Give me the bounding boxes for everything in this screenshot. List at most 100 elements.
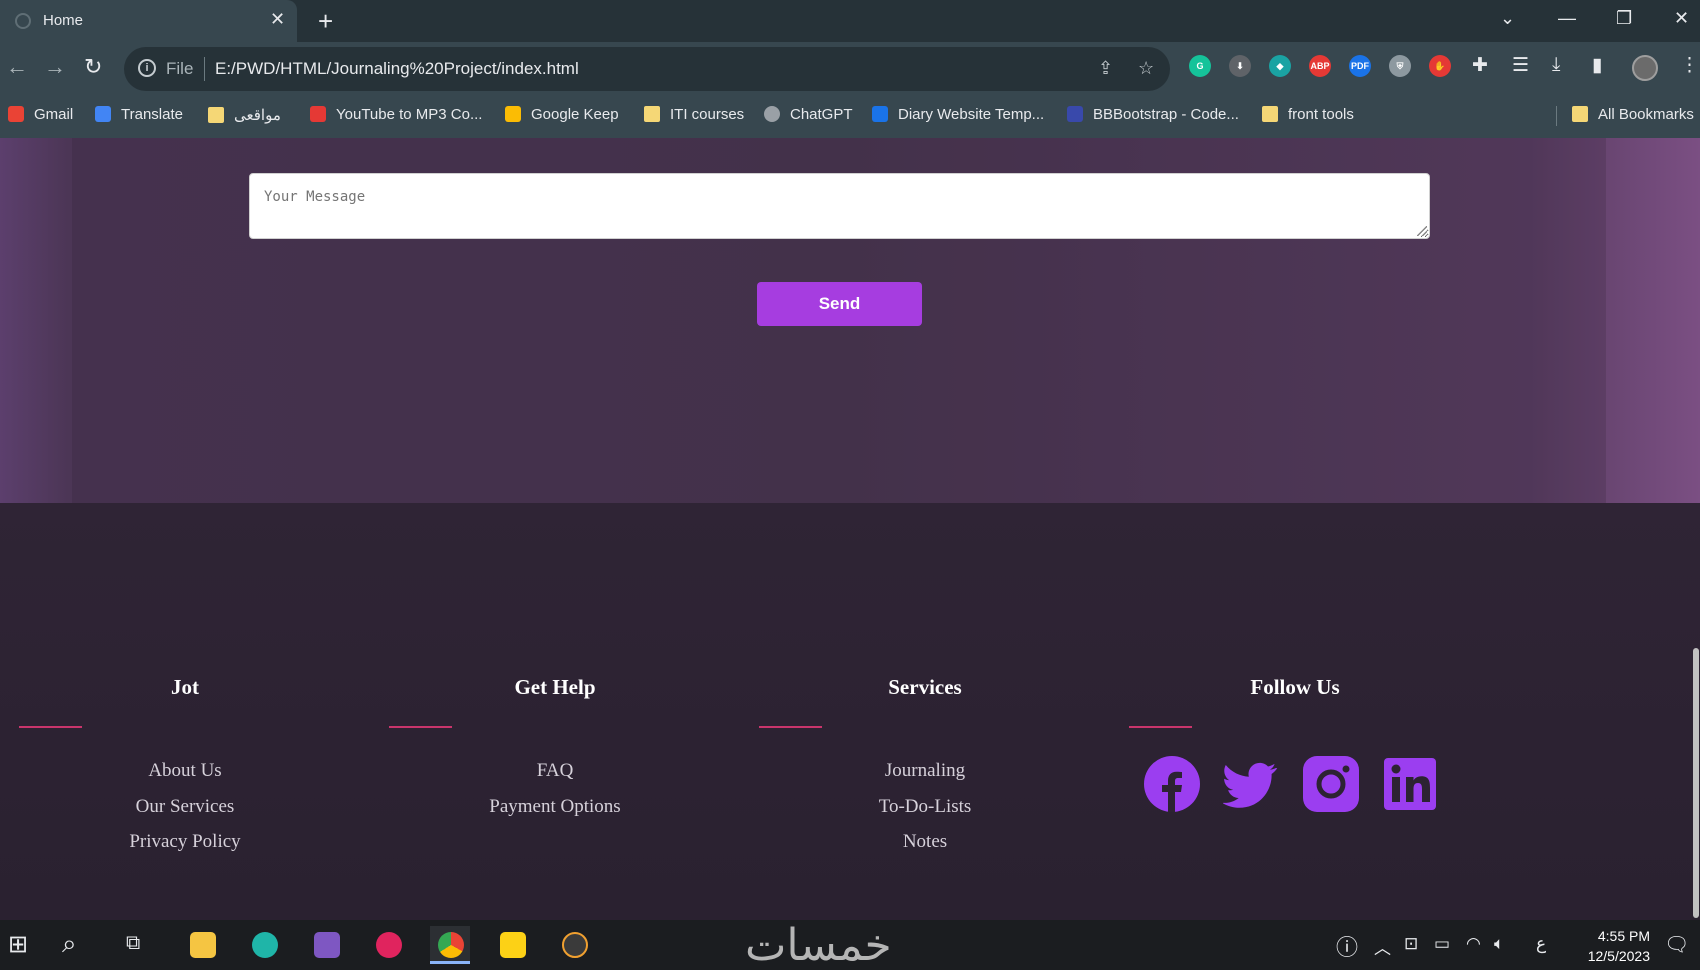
- sticky-notes-icon: [500, 932, 526, 958]
- twitter-icon[interactable]: [1223, 756, 1279, 812]
- task-view-icon[interactable]: ⧉: [126, 932, 140, 955]
- grammarly-extension-icon[interactable]: G: [1189, 55, 1211, 77]
- bookmark-folder-front-tools[interactable]: front tools: [1262, 106, 1354, 123]
- extensions-puzzle-icon[interactable]: ✚: [1472, 54, 1488, 77]
- bookmark-star-icon[interactable]: ☆: [1138, 58, 1154, 79]
- footer-link-notes[interactable]: Notes: [740, 831, 1110, 867]
- address-bar[interactable]: i File E:/PWD/HTML/Journaling%20Project/…: [124, 47, 1170, 91]
- file-label: File: [166, 59, 194, 78]
- keep-icon: [505, 106, 521, 122]
- reload-icon[interactable]: ↻: [84, 54, 102, 80]
- bookmark-folder-mawaqi[interactable]: مواقعى: [208, 106, 281, 124]
- notion-icon: [872, 106, 888, 122]
- footer-title: Jot: [171, 675, 199, 699]
- facebook-icon[interactable]: [1144, 756, 1200, 812]
- chatgpt-icon: [764, 106, 780, 122]
- footer-link-services[interactable]: Our Services: [0, 796, 370, 832]
- taskbar-visual-studio[interactable]: [306, 926, 346, 964]
- footer-link-about[interactable]: About Us: [0, 760, 370, 796]
- contact-section: Send: [0, 138, 1700, 503]
- send-button[interactable]: Send: [757, 282, 922, 326]
- new-tab-button[interactable]: +: [318, 6, 333, 37]
- footer-links: FAQ Payment Options: [370, 760, 740, 831]
- scrollbar-thumb[interactable]: [1693, 648, 1699, 918]
- bookmark-chatgpt[interactable]: ChatGPT: [764, 106, 853, 123]
- footer-link-privacy[interactable]: Privacy Policy: [0, 831, 370, 867]
- download-red-icon: [310, 106, 326, 122]
- title-underline: [19, 726, 82, 728]
- site-footer: Jot About Us Our Services Privacy Policy…: [0, 503, 1700, 920]
- taskbar-sticky-notes[interactable]: [492, 926, 532, 964]
- meet-icon[interactable]: ⊡: [1404, 934, 1418, 954]
- ext-diamond-extension-icon[interactable]: ◆: [1269, 55, 1291, 77]
- instagram-icon[interactable]: [1303, 756, 1359, 812]
- help-icon[interactable]: ⓘ: [1336, 930, 1358, 962]
- download-extension-icon[interactable]: ⬇: [1229, 55, 1251, 77]
- windows-taskbar: ⊞ ⌕ ⧉ خمسات ⓘ ︿ ⊡ ▭ ◠ 🔈︎ ع 4:55 PM 12/5/…: [0, 920, 1700, 970]
- url-separator: [204, 57, 205, 81]
- system-clock[interactable]: 4:55 PM 12/5/2023: [1560, 926, 1650, 966]
- bookmark-bbbootstrap[interactable]: BBBootstrap - Code...: [1067, 106, 1239, 123]
- textarea-resize-handle[interactable]: [1417, 226, 1427, 236]
- bookmark-google-keep[interactable]: Google Keep: [505, 106, 619, 123]
- taskbar-edge[interactable]: [244, 926, 284, 964]
- taskbar-file-explorer[interactable]: [182, 926, 222, 964]
- all-bookmarks[interactable]: All Bookmarks: [1572, 106, 1694, 123]
- title-underline: [389, 726, 452, 728]
- shield-extension-icon[interactable]: ⛨: [1389, 55, 1411, 77]
- title-underline: [759, 726, 822, 728]
- share-icon[interactable]: ⇪: [1098, 58, 1113, 79]
- search-icon[interactable]: ⌕: [62, 928, 77, 960]
- tab-search-icon[interactable]: ⌄: [1500, 8, 1515, 29]
- pdf-extension-icon[interactable]: PDF: [1349, 55, 1371, 77]
- notifications-icon[interactable]: 🗨︎: [1664, 932, 1689, 957]
- downloads-icon[interactable]: ⤓: [1552, 54, 1560, 76]
- tab-strip: Home ✕ + ⌄ — ❐ ✕: [0, 0, 1700, 42]
- bookmarks-divider: [1556, 106, 1557, 126]
- bookmark-youtube-mp3[interactable]: YouTube to MP3 Co...: [310, 106, 482, 123]
- wps-icon: [376, 932, 402, 958]
- gmail-icon: [8, 106, 24, 122]
- folder-icon: [190, 932, 216, 958]
- taskbar-wps[interactable]: [368, 926, 408, 964]
- page-scrollbar[interactable]: [1691, 138, 1700, 920]
- chevron-up-icon[interactable]: ︿: [1374, 934, 1391, 959]
- windows-start-icon[interactable]: ⊞: [8, 930, 28, 959]
- footer-link-payment[interactable]: Payment Options: [370, 796, 740, 832]
- adblock-extension-icon[interactable]: ABP: [1309, 55, 1331, 77]
- linkedin-icon[interactable]: [1382, 756, 1438, 812]
- window-close-icon[interactable]: ✕: [1674, 8, 1689, 29]
- menu-kebab-icon[interactable]: ⋮: [1680, 54, 1699, 77]
- wifi-icon[interactable]: ◠: [1466, 934, 1481, 954]
- footer-link-todo[interactable]: To-Do-Lists: [740, 796, 1110, 832]
- minimize-icon[interactable]: —: [1558, 8, 1576, 29]
- avatar[interactable]: [1632, 55, 1658, 81]
- taskbar-media-player[interactable]: [554, 926, 594, 964]
- forward-icon[interactable]: →: [44, 54, 66, 80]
- browser-tab-home[interactable]: Home ✕: [0, 0, 297, 42]
- footer-link-journaling[interactable]: Journaling: [740, 760, 1110, 796]
- restore-icon[interactable]: ❐: [1616, 8, 1632, 29]
- bookmark-diary-template[interactable]: Diary Website Temp...: [872, 106, 1044, 123]
- bookmark-gmail[interactable]: Gmail: [8, 106, 73, 123]
- watermark: خمسات: [745, 920, 892, 970]
- taskbar-chrome[interactable]: [430, 926, 470, 964]
- chrome-icon: [438, 932, 464, 958]
- footer-title: Follow Us: [1250, 675, 1340, 699]
- bookmark-folder-iti[interactable]: ITI courses: [644, 106, 744, 123]
- side-panel-icon[interactable]: ▮: [1592, 54, 1602, 77]
- url-text[interactable]: E:/PWD/HTML/Journaling%20Project/index.h…: [215, 59, 579, 79]
- battery-icon[interactable]: ▭: [1434, 934, 1450, 954]
- bookmark-translate[interactable]: Translate: [95, 106, 183, 123]
- tab-close-icon[interactable]: ✕: [270, 9, 285, 30]
- back-icon[interactable]: ←: [6, 54, 28, 80]
- message-textarea[interactable]: [249, 173, 1430, 239]
- clock-time: 4:55 PM: [1597, 928, 1650, 944]
- red-hand-extension-icon[interactable]: ✋: [1429, 55, 1451, 77]
- media-queue-icon[interactable]: ☰: [1512, 54, 1529, 77]
- input-language[interactable]: ع: [1536, 934, 1546, 954]
- footer-link-faq[interactable]: FAQ: [370, 760, 740, 796]
- footer-links: Journaling To-Do-Lists Notes: [740, 760, 1110, 867]
- volume-icon[interactable]: 🔈︎: [1494, 934, 1504, 954]
- info-icon[interactable]: i: [138, 59, 156, 77]
